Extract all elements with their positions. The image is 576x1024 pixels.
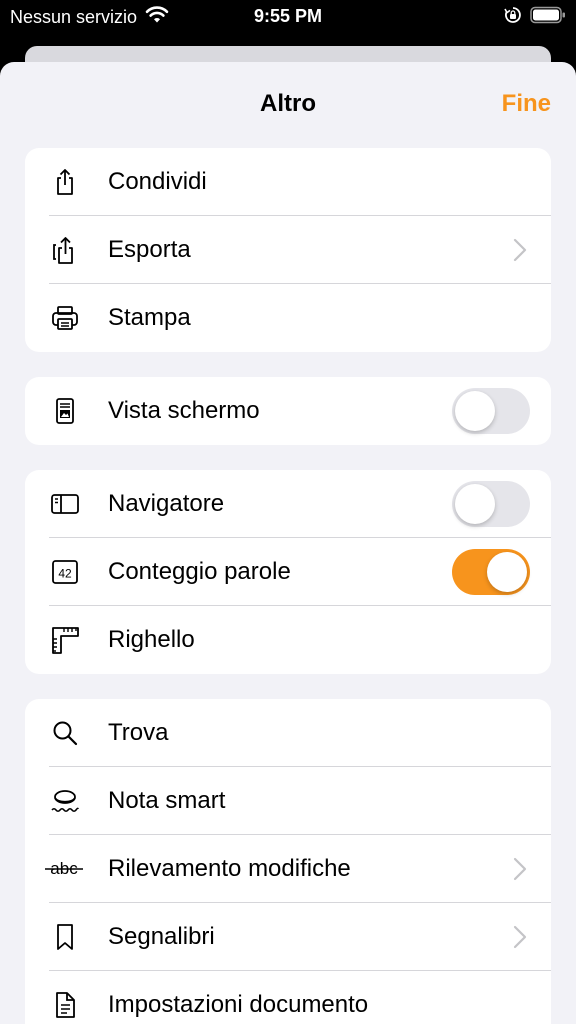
chevron-right-icon	[513, 238, 527, 262]
find-row[interactable]: Trova	[25, 699, 551, 767]
toggle-knob	[455, 484, 495, 524]
navigator-icon	[49, 488, 81, 520]
word-count-row[interactable]: 42 Conteggio parole	[25, 538, 551, 606]
status-right	[504, 6, 566, 29]
share-row[interactable]: Condividi	[25, 148, 551, 216]
document-icon	[49, 989, 81, 1021]
toggle-knob	[487, 552, 527, 592]
bookmarks-row[interactable]: Segnalibri	[25, 903, 551, 971]
track-changes-row[interactable]: abc Rilevamento modifiche	[25, 835, 551, 903]
smart-annotation-label: Nota smart	[108, 787, 226, 814]
word-count-label: Conteggio parole	[108, 558, 291, 585]
navigator-toggle[interactable]	[452, 481, 530, 527]
status-time: 9:55 PM	[253, 6, 323, 26]
bookmark-icon	[49, 921, 81, 953]
share-icon	[49, 166, 81, 198]
chevron-right-icon	[513, 857, 527, 881]
sheet-header: Altro Fine	[0, 62, 576, 148]
word-count-icon-text: 42	[58, 567, 72, 581]
screen-view-label: Vista schermo	[108, 397, 260, 424]
export-label: Esporta	[108, 236, 191, 263]
smart-annotation-row[interactable]: Nota smart	[25, 767, 551, 835]
document-group: Trova Nota smart abc Rilevamento modific…	[25, 699, 551, 1024]
chevron-right-icon	[513, 925, 527, 949]
done-button[interactable]: Fine	[502, 90, 551, 118]
print-label: Stampa	[108, 304, 191, 331]
screen-view-icon	[49, 395, 81, 427]
screen-view-row[interactable]: Vista schermo	[25, 377, 551, 445]
screen-view-toggle[interactable]	[452, 388, 530, 434]
sheet-title: Altro	[260, 90, 316, 117]
export-row[interactable]: Esporta	[25, 216, 551, 284]
document-settings-label: Impostazioni documento	[108, 991, 369, 1018]
export-icon	[49, 234, 81, 266]
word-count-toggle[interactable]	[452, 549, 530, 595]
print-row[interactable]: Stampa	[25, 284, 551, 352]
ruler-label: Righello	[108, 626, 195, 653]
printer-icon	[49, 302, 81, 334]
document-settings-row[interactable]: Impostazioni documento	[25, 971, 551, 1024]
more-options-sheet: Altro Fine Condividi Esporta Stampa Vist…	[0, 62, 576, 1024]
word-count-icon: 42	[49, 556, 81, 588]
view-group: Vista schermo	[25, 377, 551, 445]
smart-annotation-icon	[49, 785, 81, 817]
track-changes-icon: abc	[43, 853, 85, 885]
navigator-row[interactable]: Navigatore	[25, 470, 551, 538]
search-icon	[49, 717, 81, 749]
bookmarks-label: Segnalibri	[108, 923, 215, 950]
ruler-row[interactable]: Righello	[25, 606, 551, 674]
navigator-label: Navigatore	[108, 490, 225, 517]
toggle-knob	[455, 391, 495, 431]
battery-icon	[530, 6, 566, 29]
share-label: Condividi	[108, 168, 207, 195]
share-group: Condividi Esporta Stampa	[25, 148, 551, 352]
orientation-lock-icon	[504, 6, 522, 29]
tools-group: Navigatore 42 Conteggio parole Righello	[25, 470, 551, 674]
find-label: Trova	[108, 719, 169, 746]
status-bar: Nessun servizio 9:55 PM	[0, 0, 576, 36]
track-changes-label: Rilevamento modifiche	[108, 855, 351, 882]
ruler-icon	[49, 624, 81, 656]
